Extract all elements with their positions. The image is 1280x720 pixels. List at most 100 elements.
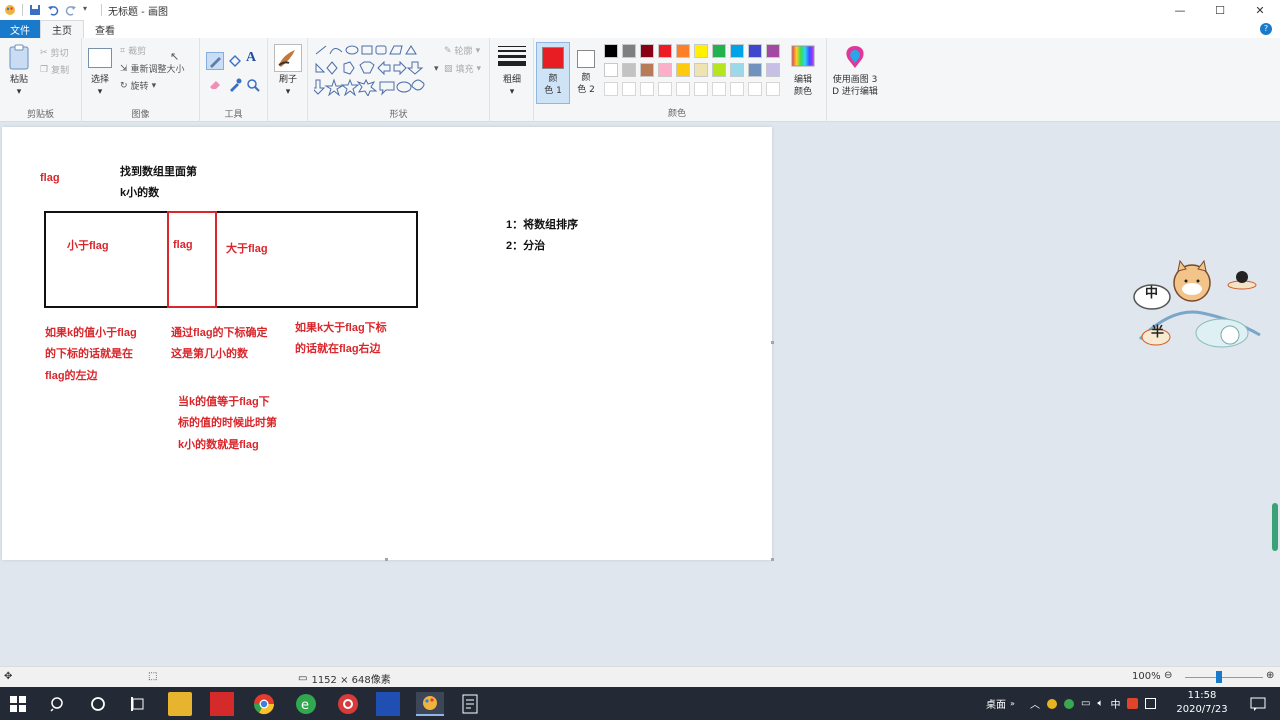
help-icon[interactable]: ? xyxy=(1260,23,1272,35)
crop-button[interactable]: ⌗ 裁剪 xyxy=(120,44,146,58)
palette-swatch[interactable] xyxy=(712,44,726,58)
task-view-icon[interactable] xyxy=(126,692,150,716)
chrome-icon[interactable] xyxy=(252,692,276,716)
palette-swatch[interactable] xyxy=(730,44,744,58)
palette-swatch[interactable] xyxy=(712,63,726,77)
resize-handle-corner[interactable] xyxy=(771,558,774,561)
app-blue-icon[interactable] xyxy=(376,692,400,716)
notification-icon[interactable] xyxy=(1246,692,1270,716)
zoom-slider-track[interactable] xyxy=(1185,677,1263,678)
palette-swatch[interactable] xyxy=(748,44,762,58)
palette-swatch[interactable] xyxy=(730,63,744,77)
palette-swatch[interactable] xyxy=(604,44,618,58)
select-button[interactable] xyxy=(88,48,112,68)
zoom-in-button[interactable]: ⊕ xyxy=(1266,670,1274,681)
customize-dropdown-icon[interactable]: ▾ xyxy=(83,4,95,16)
palette-swatch[interactable] xyxy=(694,44,708,58)
palette-swatch[interactable] xyxy=(694,63,708,77)
paint3d-label-line2[interactable]: D 进行编辑 xyxy=(828,86,882,98)
tab-view[interactable]: 查看 xyxy=(84,20,126,38)
undo-icon[interactable] xyxy=(47,4,59,16)
network-icon[interactable]: ▭ xyxy=(1081,698,1090,709)
palette-swatch[interactable] xyxy=(676,44,690,58)
palette-swatch[interactable] xyxy=(766,63,780,77)
palette-swatch[interactable] xyxy=(694,82,708,96)
palette-swatch[interactable] xyxy=(622,82,636,96)
copy-button[interactable]: ❐ 复制 xyxy=(40,63,69,77)
palette-swatch[interactable] xyxy=(766,82,780,96)
text-tool-icon[interactable]: A xyxy=(246,50,256,66)
close-button[interactable]: ✕ xyxy=(1240,0,1280,20)
rotate-button[interactable]: ↻ 旋转 ▾ xyxy=(120,79,156,93)
color2-button[interactable]: 颜 色 2 xyxy=(572,42,602,104)
select-dropdown-icon[interactable]: ▾ xyxy=(88,86,112,98)
pencil-tool[interactable] xyxy=(206,52,224,70)
palette-swatch[interactable] xyxy=(604,63,618,77)
outline-button[interactable]: ✎ 轮廓 ▾ xyxy=(444,44,480,58)
edit-colors-button[interactable] xyxy=(790,44,818,68)
palette-swatch[interactable] xyxy=(766,44,780,58)
eraser-tool-icon[interactable] xyxy=(208,78,222,93)
palette-swatch[interactable] xyxy=(640,63,654,77)
palette-swatch[interactable] xyxy=(622,63,636,77)
palette-swatch[interactable] xyxy=(640,82,654,96)
paint3d-label-line1[interactable]: 使用画图 3 xyxy=(828,74,882,86)
music-app-icon[interactable] xyxy=(336,692,360,716)
palette-swatch[interactable] xyxy=(676,63,690,77)
palette-swatch[interactable] xyxy=(658,44,672,58)
drawing-canvas[interactable]: flag 找到数组里面第 k小的数 小于flag flag 大于flag 如果k… xyxy=(2,127,772,560)
palette-swatch[interactable] xyxy=(748,82,762,96)
cut-button[interactable]: ✂ 剪切 xyxy=(40,46,69,60)
fill-button[interactable]: ▨ 填充 ▾ xyxy=(444,62,481,76)
ime-indicator[interactable]: 中 xyxy=(1110,696,1120,711)
resize-handle-bottom[interactable] xyxy=(385,558,388,561)
side-scroll-indicator[interactable] xyxy=(1272,503,1278,551)
paste-button[interactable] xyxy=(8,44,30,70)
desktop-toolbar[interactable]: 桌面 » xyxy=(986,687,1015,720)
color-picker-icon[interactable] xyxy=(228,78,242,95)
zoom-slider-thumb[interactable] xyxy=(1216,671,1222,683)
palette-swatch[interactable] xyxy=(622,44,636,58)
app-red-icon[interactable] xyxy=(210,692,234,716)
save-icon[interactable] xyxy=(29,4,41,16)
magnifier-icon[interactable] xyxy=(246,78,260,95)
tray-app-icon-4[interactable] xyxy=(1145,698,1157,709)
palette-swatch[interactable] xyxy=(730,82,744,96)
palette-swatch[interactable] xyxy=(604,82,618,96)
palette-swatch[interactable] xyxy=(658,63,672,77)
resize-button[interactable]: ⇲ 重新调整大小 xyxy=(120,62,185,76)
palette-swatch[interactable] xyxy=(712,82,726,96)
paint3d-icon[interactable] xyxy=(842,44,868,70)
palette-swatch[interactable] xyxy=(640,44,654,58)
browser-green-icon[interactable]: e xyxy=(294,692,318,716)
paint-app-icon[interactable] xyxy=(4,4,16,16)
size-group[interactable]: 粗细 ▾ xyxy=(490,38,534,122)
palette-swatch[interactable] xyxy=(658,82,672,96)
search-icon[interactable] xyxy=(46,692,70,716)
file-explorer-icon[interactable] xyxy=(168,692,192,716)
tab-file[interactable]: 文件 xyxy=(0,20,40,38)
document-app-icon[interactable] xyxy=(458,692,482,716)
volume-icon[interactable]: 🔈︎ xyxy=(1097,698,1103,709)
paint-taskbar-icon[interactable] xyxy=(416,692,444,716)
paste-dropdown-icon[interactable]: ▾ xyxy=(6,86,32,98)
brushes-group[interactable]: 刷子 ▾ xyxy=(268,38,308,122)
start-windows-icon[interactable] xyxy=(6,692,30,716)
redo-icon[interactable] xyxy=(65,4,77,16)
shapes-scroll-icon[interactable]: ▾ xyxy=(434,64,439,74)
palette-swatch[interactable] xyxy=(748,63,762,77)
tray-app-icon-1[interactable] xyxy=(1047,698,1057,709)
resize-handle-right[interactable] xyxy=(771,341,774,344)
tray-app-icon-2[interactable] xyxy=(1064,698,1074,709)
cortana-icon[interactable] xyxy=(86,692,110,716)
tray-app-icon-3[interactable] xyxy=(1127,698,1139,709)
maximize-button[interactable]: ☐ xyxy=(1200,0,1240,20)
clock[interactable]: 11:58 2020/7/23 xyxy=(1172,689,1232,717)
shapes-gallery[interactable] xyxy=(310,44,434,98)
tab-home[interactable]: 主页 xyxy=(40,20,84,38)
minimize-button[interactable]: — xyxy=(1160,0,1200,20)
fill-tool-icon[interactable] xyxy=(228,52,242,71)
color1-button[interactable]: 颜 色 1 xyxy=(536,42,570,104)
tray-overflow-icon[interactable]: ︿ xyxy=(1030,696,1040,711)
zoom-out-button[interactable]: ⊖ xyxy=(1164,670,1172,681)
